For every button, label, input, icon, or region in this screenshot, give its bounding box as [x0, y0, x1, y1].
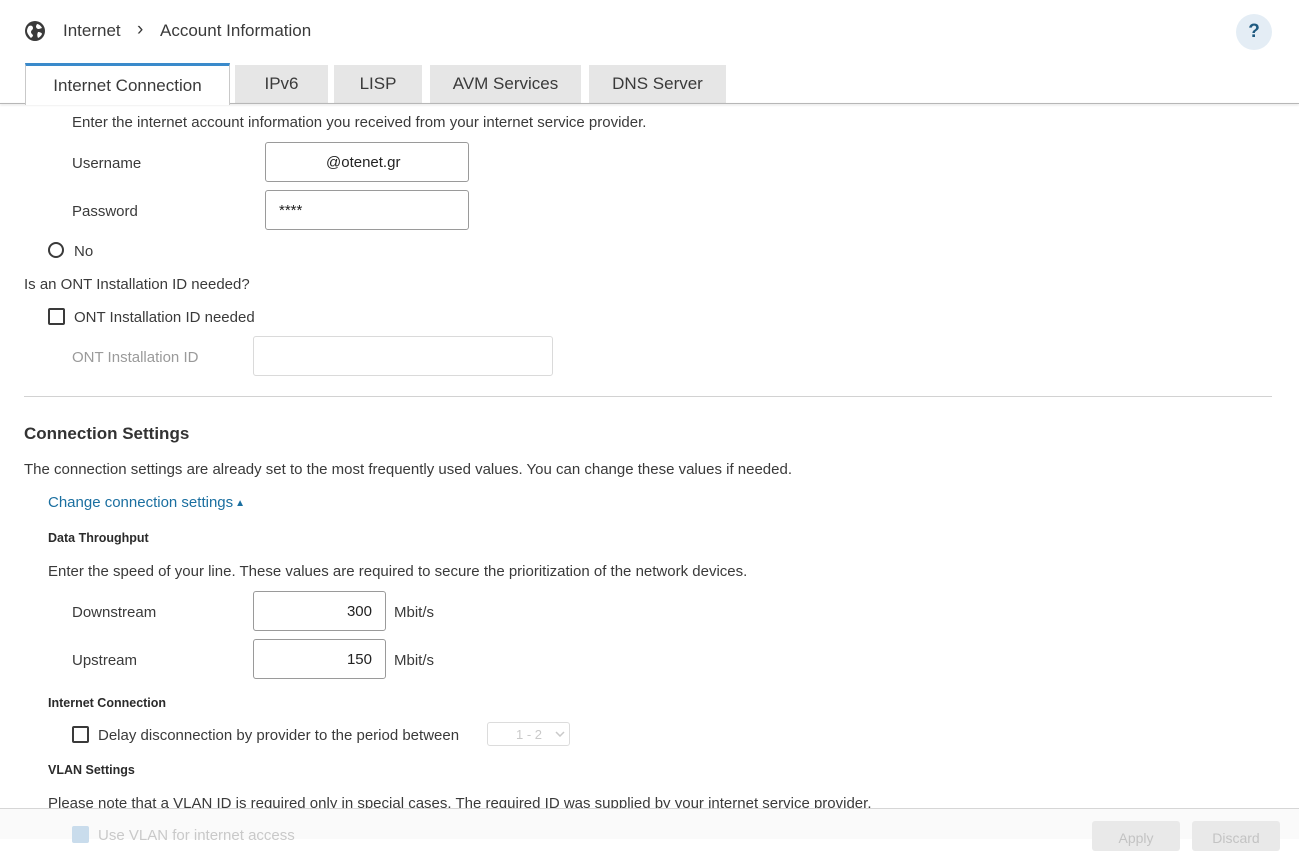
ont-id-label: ONT Installation ID [72, 349, 199, 366]
upstream-label: Upstream [72, 652, 138, 669]
radio-no-label: No [74, 243, 94, 260]
downstream-unit: Mbit/s [394, 604, 435, 621]
tab-ipv6[interactable]: IPv6 [235, 65, 328, 103]
downstream-label: Downstream [72, 604, 157, 621]
upstream-input[interactable]: 150 [253, 639, 386, 679]
data-throughput-heading: Data Throughput [48, 531, 149, 545]
change-connection-settings-link[interactable]: Change connection settings ▲ [48, 494, 245, 511]
password-label: Password [72, 203, 138, 220]
password-value: **** [279, 201, 303, 219]
delay-period-select[interactable]: 1 - 2 [487, 722, 570, 746]
triangle-up-icon: ▲ [235, 498, 246, 509]
tab-dns-server[interactable]: DNS Server [589, 65, 726, 103]
connection-settings-heading: Connection Settings [24, 424, 190, 443]
help-button[interactable]: ? [1236, 14, 1272, 50]
breadcrumb-root[interactable]: Internet [63, 21, 121, 41]
upstream-value: 150 [346, 650, 372, 668]
ont-needed-label: ONT Installation ID needed [74, 309, 255, 326]
ont-id-field[interactable] [253, 336, 553, 376]
discard-button[interactable]: Discard [1192, 821, 1280, 851]
tab-internet-connection[interactable]: Internet Connection [25, 63, 230, 105]
tab-avm-services[interactable]: AVM Services [430, 65, 581, 103]
data-throughput-description: Enter the speed of your line. These valu… [48, 563, 748, 580]
apply-button[interactable]: Apply [1092, 821, 1180, 851]
vlan-settings-heading: VLAN Settings [48, 763, 135, 777]
connection-settings-description: The connection settings are already set … [24, 461, 793, 478]
change-connection-settings-label: Change connection settings [48, 494, 234, 511]
delay-disconnection-label: Delay disconnection by provider to the p… [98, 727, 460, 744]
tab-lisp[interactable]: LISP [334, 65, 422, 103]
use-vlan-checkbox[interactable] [72, 826, 89, 843]
radio-no[interactable] [48, 242, 64, 258]
delay-period-value: 1 - 2 [516, 726, 543, 742]
delay-disconnection-checkbox[interactable] [72, 726, 89, 743]
username-field[interactable]: @otenet.gr [265, 142, 469, 182]
globe-icon [25, 21, 45, 41]
upstream-unit: Mbit/s [394, 652, 435, 669]
chevron-right-icon: › [137, 19, 144, 40]
chevron-down-icon [555, 731, 565, 737]
account-intro-text: Enter the internet account information y… [72, 114, 647, 131]
internet-connection-heading: Internet Connection [48, 696, 167, 710]
ont-question: Is an ONT Installation ID needed? [24, 276, 250, 293]
username-value: @otenet.gr [326, 153, 401, 171]
page-title: Account Information [160, 21, 312, 40]
password-field[interactable]: **** [265, 190, 469, 230]
username-label: Username [72, 155, 142, 172]
use-vlan-label: Use VLAN for internet access [98, 827, 295, 844]
ont-needed-checkbox[interactable] [48, 308, 65, 325]
section-divider [24, 396, 1272, 397]
downstream-value: 300 [346, 602, 372, 620]
downstream-input[interactable]: 300 [253, 591, 386, 631]
